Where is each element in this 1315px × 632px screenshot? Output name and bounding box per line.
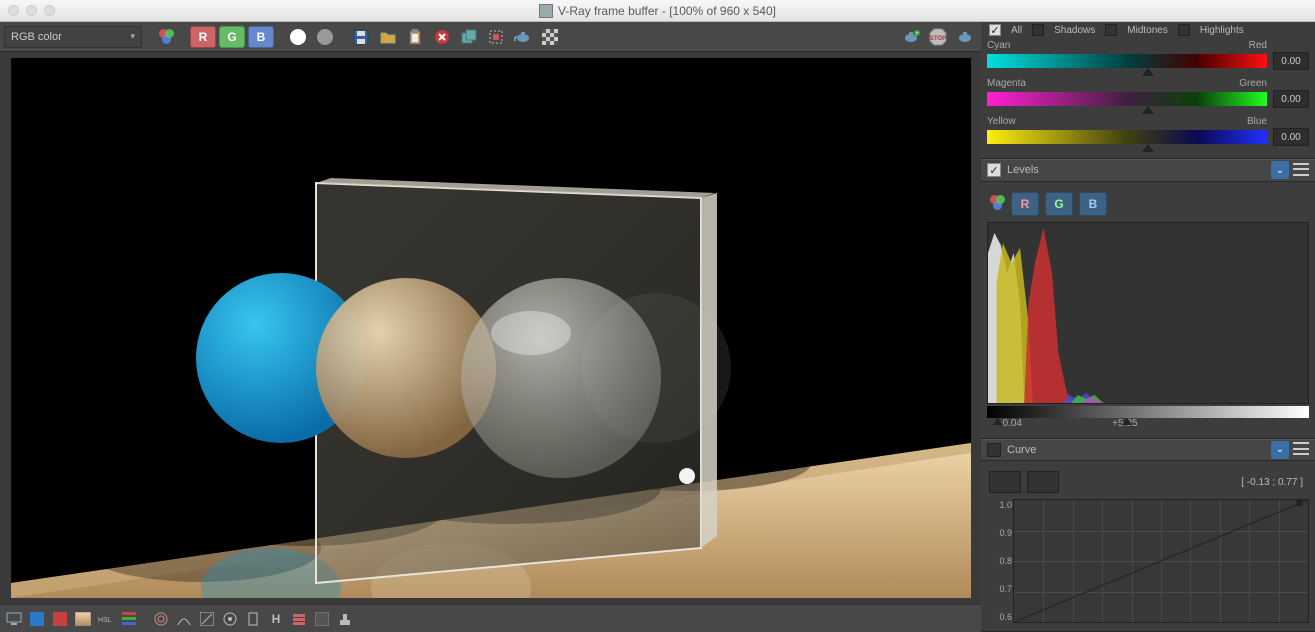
- cb-mid-check[interactable]: [1105, 24, 1117, 36]
- teapot-start-icon[interactable]: +: [899, 26, 923, 48]
- levels-g-button[interactable]: G: [1045, 192, 1073, 216]
- checker-icon[interactable]: [538, 26, 562, 48]
- mono-gray-icon[interactable]: [313, 26, 337, 48]
- cb-shadows-check[interactable]: [1032, 24, 1044, 36]
- yellow-blue-slider[interactable]: Yellow Blue 0.00: [987, 116, 1309, 150]
- side-panel: ✓ All Shadows Midtones Highlights Cyan Re…: [981, 22, 1315, 632]
- histogram: [987, 222, 1309, 404]
- teapot-render-icon[interactable]: [511, 26, 535, 48]
- window-title: V-Ray frame buffer - [100% of 960 x 540]: [0, 4, 1315, 18]
- stack-icon[interactable]: [289, 610, 309, 628]
- levels-gradient[interactable]: [987, 406, 1309, 418]
- swatch-blue-icon[interactable]: [27, 610, 47, 628]
- stamp-icon[interactable]: [335, 610, 355, 628]
- cb-hi-label: Highlights: [1200, 25, 1244, 36]
- red-channel-button[interactable]: R: [190, 26, 216, 48]
- svg-text:HSL: HSL: [98, 617, 112, 624]
- curve-range: [ -0.13 ; 0.77 ]: [1241, 477, 1307, 488]
- cb-shadows-label: Shadows: [1054, 25, 1095, 36]
- svg-text:+: +: [915, 31, 919, 37]
- rgb-channels-icon[interactable]: [154, 26, 178, 48]
- cb-mid-label: Midtones: [1127, 25, 1168, 36]
- green-channel-button[interactable]: G: [219, 26, 245, 48]
- cb-all-label: All: [1011, 25, 1022, 36]
- levels-b-button[interactable]: B: [1079, 192, 1107, 216]
- channel-dropdown[interactable]: RGB color: [4, 26, 142, 48]
- green-label: Green: [1239, 78, 1267, 89]
- save-icon[interactable]: [349, 26, 373, 48]
- expand-icon[interactable]: ⌄: [1271, 161, 1289, 179]
- yellow-label: Yellow: [987, 116, 1016, 127]
- magenta-green-slider[interactable]: Magenta Green 0.00: [987, 78, 1309, 112]
- stop-render-icon[interactable]: STOP: [926, 26, 950, 48]
- levels-black-handle-icon[interactable]: [993, 418, 1003, 425]
- hsl-icon[interactable]: HSL: [96, 610, 116, 628]
- color-balance-section: ✓ All Shadows Midtones Highlights Cyan Re…: [981, 22, 1315, 159]
- cb-all-check[interactable]: ✓: [989, 24, 1001, 36]
- icc-icon[interactable]: [243, 610, 263, 628]
- curve-tool-1[interactable]: [989, 471, 1021, 493]
- cyan-label: Cyan: [987, 40, 1010, 51]
- cyan-red-value[interactable]: 0.00: [1273, 52, 1309, 70]
- blue-channel-button[interactable]: B: [248, 26, 274, 48]
- slider-handle-icon[interactable]: [1142, 144, 1154, 152]
- teapot-blue-icon[interactable]: [953, 26, 977, 48]
- cyan-red-slider[interactable]: Cyan Red 0.00: [987, 40, 1309, 74]
- vray-logo-icon: [539, 4, 553, 18]
- clear-icon[interactable]: [430, 26, 454, 48]
- render-output[interactable]: [11, 58, 971, 598]
- window-titlebar: V-Ray frame buffer - [100% of 960 x 540]: [0, 0, 1315, 22]
- curve-editor[interactable]: 1.00.90.80.70.6: [1013, 499, 1309, 623]
- swatch-red-icon[interactable]: [50, 610, 70, 628]
- bottom-toolbar: HSL H: [0, 604, 981, 632]
- levels-enable-check[interactable]: ✓: [987, 163, 1001, 177]
- curve-section: [ -0.13 ; 0.77 ] 1.00.90.80.70.6: [981, 461, 1315, 632]
- menu-icon[interactable]: [1293, 161, 1309, 177]
- channel-dropdown-label: RGB color: [11, 31, 62, 43]
- curve-title: Curve: [1007, 444, 1036, 456]
- top-toolbar: RGB color R G B + STOP: [0, 22, 981, 52]
- rgb-channels-icon[interactable]: [989, 195, 1005, 211]
- render-canvas-area: [0, 52, 981, 604]
- lut-icon[interactable]: [197, 610, 217, 628]
- duplicate-icon[interactable]: [457, 26, 481, 48]
- window-title-text: V-Ray frame buffer - [100% of 960 x 540]: [558, 4, 776, 18]
- svg-text:STOP: STOP: [930, 36, 946, 42]
- mono-white-icon[interactable]: [286, 26, 310, 48]
- clipboard-icon[interactable]: [403, 26, 427, 48]
- cb-hi-check[interactable]: [1178, 24, 1190, 36]
- bg-icon[interactable]: [312, 610, 332, 628]
- levels-section: R G B +0.04 +5.85: [981, 182, 1315, 439]
- curve-y-ticks: 1.00.90.80.70.6: [990, 500, 1012, 622]
- gradient-icon[interactable]: [73, 610, 93, 628]
- levels-title: Levels: [1007, 164, 1039, 176]
- bars-icon[interactable]: [119, 610, 139, 628]
- curve-tool-2[interactable]: [1027, 471, 1059, 493]
- curve-header[interactable]: Curve ⌄: [981, 439, 1315, 462]
- monitor-icon[interactable]: [4, 610, 24, 628]
- magenta-label: Magenta: [987, 78, 1026, 89]
- magenta-green-value[interactable]: 0.00: [1273, 90, 1309, 108]
- h-icon[interactable]: H: [266, 610, 286, 628]
- blue-label: Blue: [1247, 116, 1267, 127]
- lens-icon[interactable]: [151, 610, 171, 628]
- slider-handle-icon[interactable]: [1142, 106, 1154, 114]
- levels-white-handle-icon[interactable]: [1122, 418, 1132, 425]
- menu-icon[interactable]: [1293, 441, 1309, 457]
- red-label: Red: [1249, 40, 1267, 51]
- levels-r-button[interactable]: R: [1011, 192, 1039, 216]
- ocio-icon[interactable]: [220, 610, 240, 628]
- yellow-blue-value[interactable]: 0.00: [1273, 128, 1309, 146]
- region-render-icon[interactable]: [484, 26, 508, 48]
- levels-header[interactable]: ✓ Levels ⌄: [981, 159, 1315, 182]
- slider-handle-icon[interactable]: [1142, 68, 1154, 76]
- expand-icon[interactable]: ⌄: [1271, 441, 1289, 459]
- open-folder-icon[interactable]: [376, 26, 400, 48]
- curve-small-icon[interactable]: [174, 610, 194, 628]
- curve-enable-check[interactable]: [987, 443, 1001, 457]
